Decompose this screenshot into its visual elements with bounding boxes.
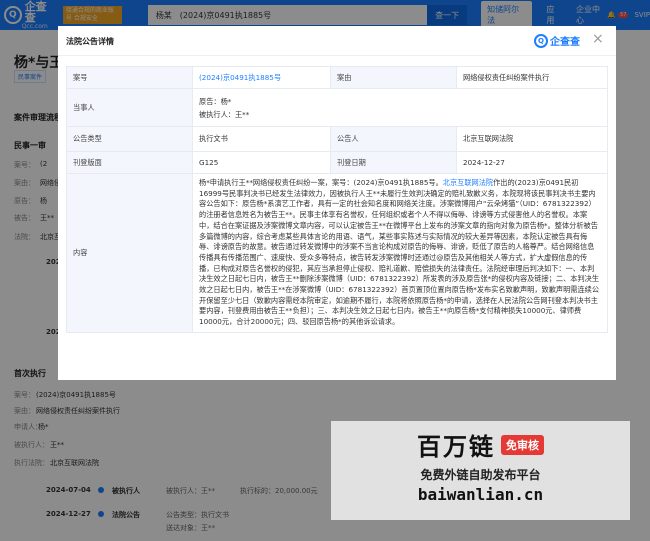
content-post: 作出的(2023)京0491民初16999号民事判决书已经发生法律效力，因被执行… [199, 178, 600, 327]
court-notice-modal: 法院公告详情 Q 企查查 × 案号 (2024)京0491执1885号 案由 网… [58, 26, 616, 380]
party-label: 当事人 [66, 88, 193, 127]
watermark-tag: 免审核 [501, 434, 544, 455]
page-label: 刊登版面 [66, 151, 193, 174]
party-value: 原告：杨* 被执行人：王** [192, 88, 608, 127]
watermark-url: baiwanlian.cn [417, 485, 544, 504]
announcer-value: 北京互联网法院 [456, 126, 608, 152]
watermark-brand: 百万链 [417, 433, 495, 461]
modal-logo: Q 企查查 [534, 33, 580, 48]
modal-header: 法院公告详情 Q 企查查 × [58, 26, 616, 56]
date-label: 刊登日期 [330, 151, 457, 174]
table-row: 内容 杨*申请执行王**网络侵权责任纠纷一案，案号：(2024)京0491执18… [66, 173, 608, 333]
case-no-link[interactable]: (2024)京0491执1885号 [192, 66, 331, 89]
cause-value: 网络侵权责任纠纷案件执行 [456, 66, 608, 89]
table-row: 当事人 原告：杨* 被执行人：王** [66, 88, 608, 127]
date-value: 2024-12-27 [456, 151, 608, 174]
cause-label: 案由 [330, 66, 457, 89]
content-label: 内容 [66, 173, 193, 333]
content-text: 杨*申请执行王**网络侵权责任纠纷一案，案号：(2024)京0491执1885号… [199, 174, 601, 332]
court-link[interactable]: 北京互联网法院 [443, 178, 493, 187]
logo-ring-icon: Q [534, 33, 548, 48]
close-icon[interactable]: × [592, 32, 604, 46]
page-value: G125 [192, 151, 331, 174]
watermark-top: 百万链 免审核 [331, 427, 630, 462]
party-defendant: 被执行人：王** [199, 109, 250, 119]
table-row: 刊登版面 G125 刊登日期 2024-12-27 [66, 151, 608, 174]
notice-type-value: 执行文书 [192, 126, 331, 152]
case-no-label: 案号 [66, 66, 193, 89]
notice-type-label: 公告类型 [66, 126, 193, 152]
notice-detail-table: 案号 (2024)京0491执1885号 案由 网络侵权责任纠纷案件执行 当事人… [66, 66, 608, 333]
content-pre: 杨*申请执行王**网络侵权责任纠纷一案，案号：(2024)京0491执1885号… [199, 178, 443, 187]
table-row: 公告类型 执行文书 公告人 北京互联网法院 [66, 126, 608, 152]
party-plaintiff: 原告：杨* [199, 96, 232, 106]
modal-title: 法院公告详情 [66, 37, 114, 46]
watermark-ad: 百万链 免审核 免费外链自助发布平台 baiwanlian.cn [331, 421, 630, 520]
table-row: 案号 (2024)京0491执1885号 案由 网络侵权责任纠纷案件执行 [66, 66, 608, 89]
modal-logo-text: 企查查 [550, 37, 580, 48]
watermark-slogan: 免费外链自助发布平台 [420, 468, 541, 482]
content-cell: 杨*申请执行王**网络侵权责任纠纷一案，案号：(2024)京0491执1885号… [192, 173, 608, 333]
announcer-label: 公告人 [330, 126, 457, 152]
